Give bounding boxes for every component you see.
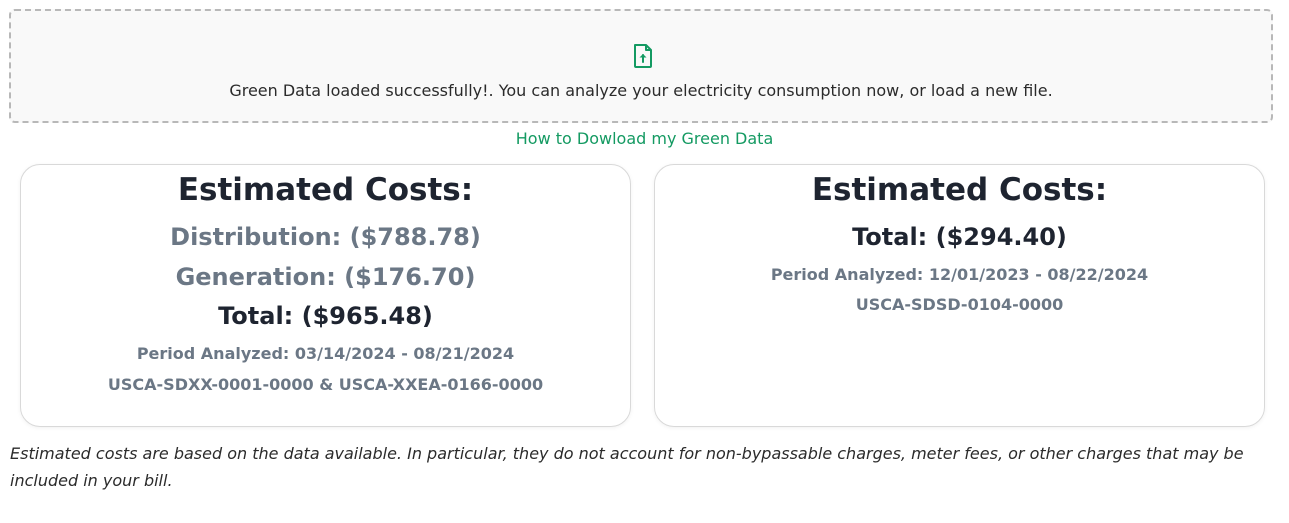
rate-codes: USCA-SDSD-0104-0000: [855, 295, 1064, 314]
estimated-costs-card-secondary: Estimated Costs: Total: ($294.40) Period…: [654, 164, 1265, 427]
rate-codes: USCA-SDXX-0001-0000 & USCA-XXEA-0166-000…: [107, 375, 544, 394]
total-cost: Total: ($965.48): [218, 302, 433, 330]
cost-disclaimer: Estimated costs are based on the data av…: [10, 444, 1244, 490]
period-analyzed: Period Analyzed: 12/01/2023 - 08/22/2024: [770, 265, 1149, 284]
card-title: Estimated Costs:: [177, 172, 474, 208]
period-analyzed: Period Analyzed: 03/14/2024 - 08/21/2024: [136, 344, 515, 363]
file-upload-dropzone[interactable]: Green Data loaded successfully!. You can…: [9, 9, 1273, 123]
distribution-cost: Distribution: ($788.78): [170, 223, 481, 251]
estimated-costs-card-primary: Estimated Costs: Distribution: ($788.78)…: [20, 164, 631, 427]
file-upload-icon: [634, 44, 652, 68]
card-title: Estimated Costs:: [811, 172, 1108, 208]
upload-status-message: Green Data loaded successfully!. You can…: [229, 81, 1053, 100]
generation-cost: Generation: ($176.70): [175, 263, 476, 291]
total-cost: Total: ($294.40): [852, 223, 1067, 251]
download-help-link[interactable]: How to Dowload my Green Data: [0, 129, 1289, 148]
